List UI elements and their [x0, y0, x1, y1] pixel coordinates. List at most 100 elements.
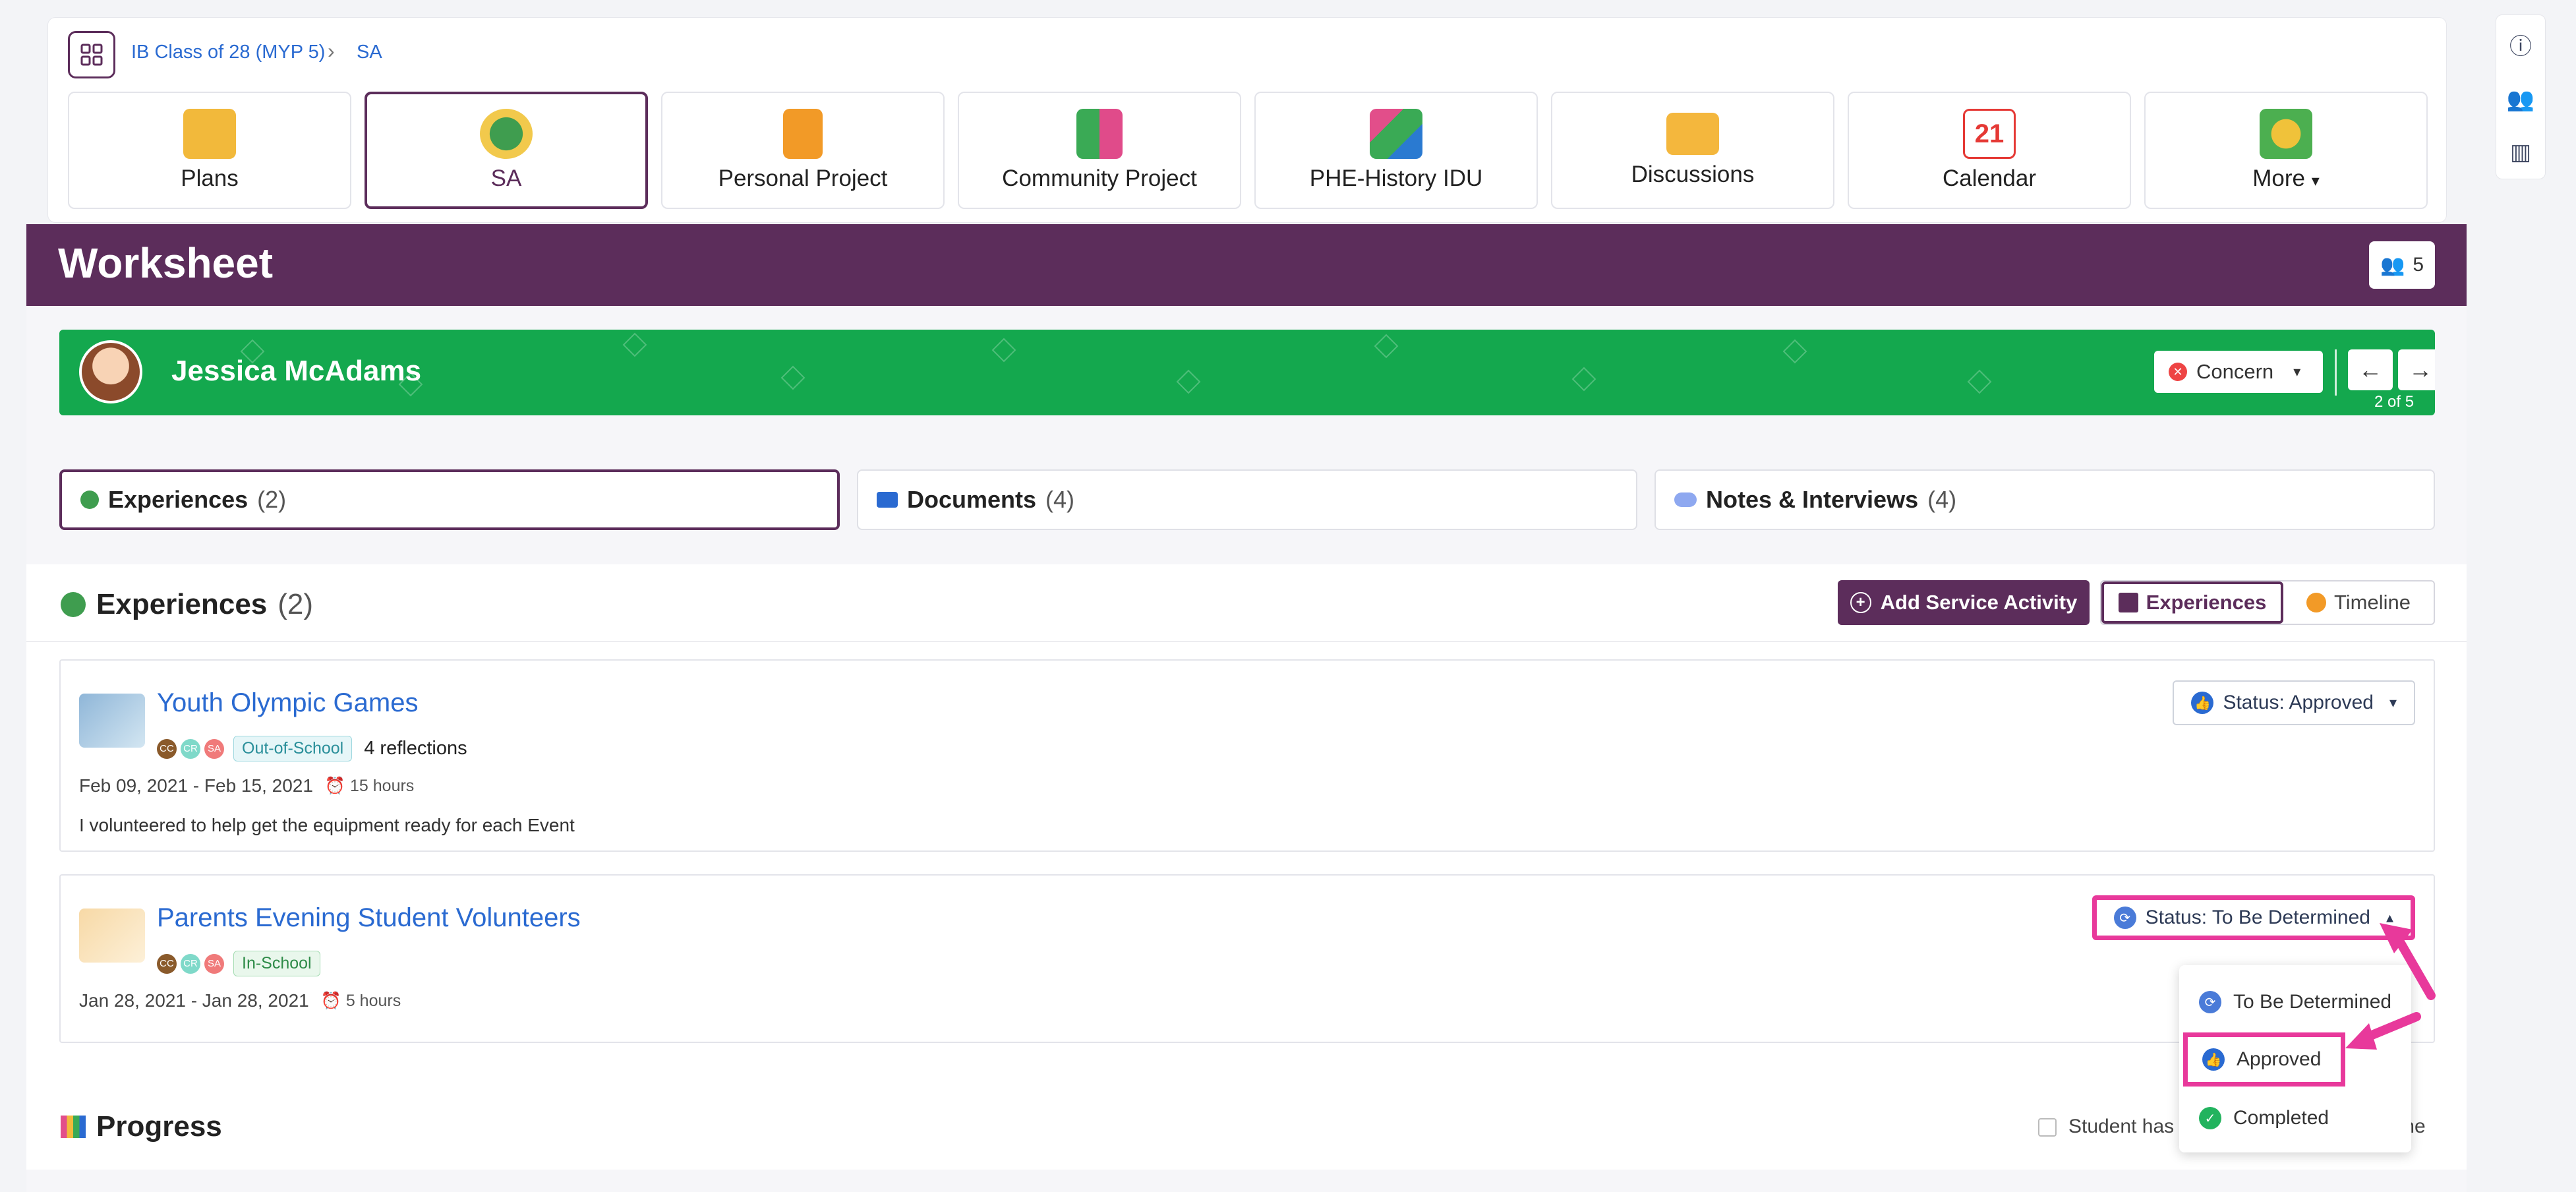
experience-card: Youth Olympic Games CC CR SA Out-of-Scho…: [59, 659, 2435, 852]
tab-label: Plans: [181, 165, 239, 191]
arrow-left-icon: ←: [2358, 356, 2382, 383]
tab-community-project[interactable]: Community Project: [958, 92, 1241, 209]
option-label: Approved: [2237, 1048, 2322, 1070]
tab-discussions[interactable]: Discussions: [1551, 92, 1834, 209]
class-nav-tabs: Plans SA Personal Project Community Proj…: [68, 92, 2428, 209]
status-option-completed[interactable]: ✓ Completed: [2179, 1092, 2411, 1145]
tab-label: SA: [490, 165, 522, 191]
info-icon[interactable]: ⓘ: [2509, 28, 2532, 61]
experience-title[interactable]: Youth Olympic Games: [157, 688, 418, 718]
globe-icon: [80, 491, 99, 509]
add-service-activity-button[interactable]: + Add Service Activity: [1838, 580, 2090, 625]
section-title: Experiences (2): [61, 588, 313, 621]
books-icon: [1076, 109, 1123, 159]
bar-chart-icon: [61, 1116, 86, 1138]
subtab-count: (4): [1927, 486, 1957, 513]
student-count-button[interactable]: 👥 5: [2369, 241, 2435, 289]
option-label: Completed: [2233, 1107, 2329, 1129]
experience-thumbnail: [79, 909, 145, 963]
view-experiences-button[interactable]: Experiences: [2101, 581, 2283, 624]
subtab-count: (2): [257, 486, 287, 513]
tab-calendar[interactable]: 21 Calendar: [1848, 92, 2131, 209]
subtab-label: Notes & Interviews: [1706, 486, 1919, 513]
subtab-documents[interactable]: Documents (4): [857, 469, 1637, 530]
location-tag: Out-of-School: [233, 736, 353, 761]
tab-plans[interactable]: Plans: [68, 92, 351, 209]
subtab-experiences[interactable]: Experiences (2): [59, 469, 840, 530]
class-header: IB Class of 28 (MYP 5) › SA Plans SA Per…: [47, 17, 2447, 223]
reflection-count[interactable]: 4 reflections: [364, 738, 467, 760]
experience-card: Parents Evening Student Volunteers CC CR…: [59, 874, 2435, 1043]
next-student-button[interactable]: →: [2398, 349, 2435, 390]
location-tag: In-School: [233, 951, 320, 976]
tab-sa[interactable]: SA: [365, 92, 648, 209]
alarm-clock-icon: ⏰: [324, 776, 346, 795]
tab-label: PHE-History IDU: [1309, 165, 1483, 191]
hours: ⏰ 15 hours: [325, 777, 414, 796]
progress-section: Progress Student has me: [26, 1084, 2467, 1170]
checkbox-label: Student has: [2068, 1116, 2175, 1137]
app-grid-button[interactable]: [68, 31, 115, 78]
tab-phe-history-idu[interactable]: PHE-History IDU: [1254, 92, 1538, 209]
thumbs-up-icon: 👍: [2202, 1048, 2225, 1071]
experience-description: I volunteered to help get the equipment …: [79, 815, 575, 835]
section-count: (2): [278, 588, 314, 620]
hours-text: 15 hours: [350, 776, 415, 795]
concern-dropdown[interactable]: ✕ Concern ▾: [2154, 351, 2323, 393]
dates-text: Feb 09, 2021 - Feb 15, 2021: [79, 775, 313, 796]
student-checkbox[interactable]: [2038, 1118, 2057, 1137]
annotation-arrows: [2345, 923, 2436, 1050]
experience-title[interactable]: Parents Evening Student Volunteers: [157, 903, 581, 933]
worksheet: Worksheet 👥 5 Jessica McAdams ✕ Concern …: [26, 224, 2467, 1192]
divider: [26, 641, 2467, 642]
hours: ⏰ 5 hours: [321, 992, 401, 1011]
page-title: Worksheet: [58, 239, 274, 287]
thumbs-up-icon: 👍: [2191, 692, 2214, 714]
experience-thumbnail: [79, 694, 145, 748]
subtab-label: Documents: [907, 486, 1037, 513]
section-title-text: Progress: [96, 1110, 222, 1143]
subtab-label: Experiences: [108, 486, 249, 513]
worksheet-subtabs: Experiences (2) Documents (4) Notes & In…: [59, 469, 2435, 530]
puzzle-icon: [1370, 109, 1422, 159]
tab-label: Calendar: [1942, 165, 2037, 191]
folder-icon: [877, 492, 898, 508]
book-icon[interactable]: ▥: [2510, 139, 2531, 165]
date-range: Jan 28, 2021 - Jan 28, 2021 ⏰ 5 hours: [79, 990, 401, 1011]
badges: CC CR SA In-School: [157, 951, 320, 976]
status-dropdown[interactable]: 👍 Status: Approved ▾: [2173, 680, 2415, 725]
tab-label: Discussions: [1631, 162, 1755, 187]
view-timeline-button[interactable]: Timeline: [2283, 581, 2434, 624]
student-bar: Jessica McAdams ✕ Concern ▾ ← → 2 of 5: [59, 330, 2435, 415]
clock-icon: [2306, 593, 2326, 612]
status-label: Status: Approved: [2223, 692, 2374, 713]
users-icon: 👥: [2380, 254, 2405, 276]
tab-label: Personal Project: [718, 165, 888, 191]
button-label: Add Service Activity: [1880, 591, 2078, 614]
envelope-icon: [1666, 113, 1719, 155]
status-option-approved[interactable]: 👍 Approved: [2183, 1032, 2345, 1087]
plans-folder-icon: [183, 109, 236, 159]
previous-student-button[interactable]: ←: [2348, 349, 2393, 390]
tab-personal-project[interactable]: Personal Project: [661, 92, 945, 209]
student-position: 2 of 5: [2374, 393, 2415, 411]
people-icon[interactable]: 👥: [2507, 86, 2534, 113]
caret-down-icon: ▾: [2389, 694, 2397, 711]
notebook-pencil-icon: [783, 109, 823, 159]
breadcrumb-class[interactable]: IB Class of 28 (MYP 5): [131, 42, 325, 63]
button-label: Experiences: [2146, 591, 2267, 614]
experiences-panel: Experiences (2) + Add Service Activity E…: [26, 564, 2467, 1089]
concern-icon: ✕: [2169, 363, 2187, 381]
section-title-text: Experiences: [96, 588, 268, 620]
worksheet-header: Worksheet 👥 5: [26, 224, 2467, 306]
breadcrumb-sa[interactable]: SA: [357, 42, 382, 63]
globe-icon: [61, 592, 86, 617]
subtab-notes-interviews[interactable]: Notes & Interviews (4): [1654, 469, 2435, 530]
plus-circle-icon: +: [1850, 592, 1871, 613]
divider: [2335, 349, 2337, 396]
badge-cr: CR: [181, 738, 200, 759]
globe-hands-icon: [480, 109, 533, 159]
tab-more[interactable]: More ▾: [2144, 92, 2428, 209]
refresh-icon: ⟳: [2199, 991, 2221, 1013]
chat-bubbles-icon: [1674, 492, 1697, 507]
